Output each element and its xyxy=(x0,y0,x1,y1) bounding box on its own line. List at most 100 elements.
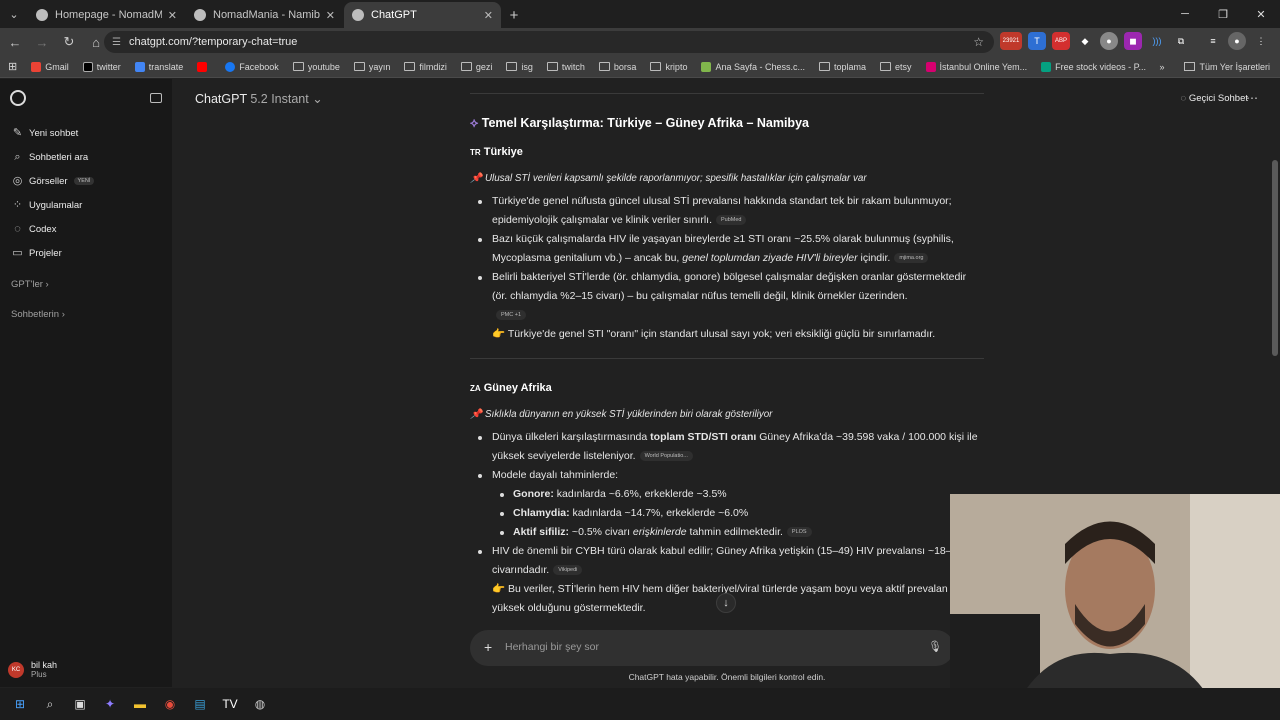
bookmark-toplama[interactable]: toplama xyxy=(819,62,866,72)
bookmarks-overflow-icon[interactable]: » xyxy=(1159,62,1164,72)
file-explorer-icon[interactable]: ▬ xyxy=(130,694,150,714)
chatgpt-favicon-icon xyxy=(352,9,364,21)
sidebar-item-images[interactable]: ◎ Görseller YENİ xyxy=(0,169,172,193)
folder-icon xyxy=(460,62,472,71)
bookmark-borsa[interactable]: borsa xyxy=(598,62,636,72)
dna-icon: ⟡ xyxy=(470,116,479,130)
source-chip[interactable]: Vikipedi xyxy=(553,565,583,576)
close-tab-icon[interactable]: ✕ xyxy=(484,9,493,22)
scroll-down-button[interactable]: ↓ xyxy=(716,593,736,613)
chrome-icon[interactable]: ◉ xyxy=(160,694,180,714)
turkey-list: Türkiye'de genel nüfusta güncel ulusal S… xyxy=(470,192,984,325)
bookmark-etsy[interactable]: etsy xyxy=(880,62,912,72)
close-tab-icon[interactable]: ✕ xyxy=(326,9,335,22)
source-chip[interactable]: PMC +1 xyxy=(496,310,527,321)
tab-title: Homepage - NomadMania xyxy=(55,9,162,21)
item-text: Dünya ülkeleri karşılaştırmasında xyxy=(492,431,651,443)
audio-extension-icon[interactable]: ))) xyxy=(1148,32,1166,50)
bookmark-kripto[interactable]: kripto xyxy=(650,62,687,72)
turkey-heading: TR Türkiye xyxy=(470,143,984,162)
reload-icon[interactable]: ↻ xyxy=(57,30,81,54)
translate-extension-icon[interactable]: T xyxy=(1028,32,1046,50)
edit-icon: ✎ xyxy=(12,126,23,139)
sub-list-item: Aktif sifiliz: ~0.5% civarı erişkinlerde… xyxy=(470,523,984,542)
sidebar-item-label: Codex xyxy=(29,223,57,235)
all-bookmarks-label: Tüm Yer İşaretleri xyxy=(1199,61,1270,72)
site-settings-icon[interactable]: ☰ xyxy=(112,37,121,48)
extension-badge-icon[interactable]: 23921 xyxy=(1000,32,1022,50)
profile-avatar-icon[interactable]: ● xyxy=(1228,32,1246,50)
tab-nomadmania-namibia[interactable]: NomadMania - Namibia - Khon ✕ xyxy=(186,2,343,28)
back-icon[interactable]: ← xyxy=(3,30,27,54)
close-window-icon[interactable]: ✕ xyxy=(1242,0,1280,28)
more-options-icon[interactable]: ⋯ xyxy=(1246,91,1258,105)
bookmark-yemeksepeti[interactable]: İstanbul Online Yem... xyxy=(925,61,1027,72)
bookmark-gezi[interactable]: gezi xyxy=(460,62,492,72)
tab-chatgpt[interactable]: ChatGPT ✕ xyxy=(344,2,501,28)
bookmark-filmdizi[interactable]: filmdizi xyxy=(404,62,447,72)
source-chip[interactable]: mjima.org xyxy=(894,253,929,264)
app-icon[interactable]: ▤ xyxy=(190,694,210,714)
prompt-input[interactable]: Herhangi bir şey sor xyxy=(505,641,599,653)
sidebar-item-search-chats[interactable]: ⌕ Sohbetleri ara xyxy=(0,145,172,169)
bookmark-pexels[interactable]: Free stock videos - P... xyxy=(1041,61,1146,72)
adblock-extension-icon[interactable]: ABP xyxy=(1052,32,1070,50)
all-bookmarks[interactable]: » Tüm Yer İşaretleri xyxy=(1159,62,1270,72)
sidebar-toggle-icon[interactable] xyxy=(150,93,162,103)
source-chip[interactable]: PLOS xyxy=(786,527,812,538)
extensions-puzzle-icon[interactable]: ⧉ xyxy=(1172,32,1190,50)
forward-icon[interactable]: → xyxy=(30,30,54,54)
windows-start-icon[interactable]: ⊞ xyxy=(10,694,30,714)
sidebar-item-new-chat[interactable]: ✎ Yeni sohbet xyxy=(0,121,172,145)
extension-icon[interactable]: ● xyxy=(1100,32,1118,50)
browser-menu-icon[interactable]: ⋮ xyxy=(1252,32,1270,50)
tradingview-icon[interactable]: TV xyxy=(220,694,240,714)
extension-icon[interactable]: ◼ xyxy=(1124,32,1142,50)
bookmark-star-icon[interactable]: ☆ xyxy=(973,35,984,49)
user-menu[interactable]: KC bil kah Plus xyxy=(8,660,57,679)
apps-grid-icon[interactable]: ⊞ xyxy=(8,60,17,73)
diamond-extension-icon[interactable]: ◆ xyxy=(1076,32,1094,50)
tab-homepage-nomadmania[interactable]: Homepage - NomadMania ✕ xyxy=(28,2,185,28)
reading-list-icon[interactable]: ≡ xyxy=(1204,32,1222,50)
bookmark-yayin[interactable]: yayın xyxy=(353,62,390,72)
app-icon[interactable]: ◍ xyxy=(250,694,270,714)
sidebar-item-apps[interactable]: ⁘ Uygulamalar xyxy=(0,193,172,217)
microphone-icon[interactable]: 🎙 xyxy=(928,640,942,653)
copilot-icon[interactable]: ✦ xyxy=(100,694,120,714)
openai-logo-icon[interactable] xyxy=(10,90,26,106)
task-view-icon[interactable]: ▣ xyxy=(70,694,90,714)
bookmark-isg[interactable]: isg xyxy=(506,62,533,72)
bookmark-twitch[interactable]: twitch xyxy=(546,62,585,72)
new-tab-button[interactable]: + xyxy=(502,2,526,28)
bookmark-label: etsy xyxy=(895,61,912,72)
source-chip[interactable]: World Populatio... xyxy=(639,451,693,462)
source-chip[interactable]: PubMed xyxy=(715,215,747,226)
minimize-icon[interactable]: ─ xyxy=(1166,0,1204,28)
bookmark-chess[interactable]: Ana Sayfa - Chess.c... xyxy=(701,61,805,72)
maximize-icon[interactable]: ❐ xyxy=(1204,0,1242,28)
bookmark-youtube[interactable]: youtube xyxy=(292,62,340,72)
taskbar-search-icon[interactable]: ⌕ xyxy=(40,694,60,714)
avatar: KC xyxy=(8,661,24,678)
url-bar[interactable]: ☰ chatgpt.com/?temporary-chat=true ☆ xyxy=(104,31,994,53)
tab-search-chevron-icon[interactable]: ⌄ xyxy=(0,0,28,28)
sidebar-item-codex[interactable]: ◌ Codex xyxy=(0,217,172,241)
plus-icon[interactable]: + xyxy=(484,639,492,655)
summary-text: Türkiye'de genel STI "oranı" için standa… xyxy=(507,328,936,340)
item-text: kadınlarda ~6.6%, erkeklerde ~3.5% xyxy=(553,488,727,500)
temporary-chat-button[interactable]: ◌ Geçici Sohbet xyxy=(1181,93,1248,104)
bookmark-twitter[interactable]: twitter xyxy=(82,61,121,72)
bookmark-translate[interactable]: translate xyxy=(134,61,183,72)
model-selector[interactable]: ChatGPT 5.2 Instant ⌄ xyxy=(195,91,323,106)
sidebar-section-gpts[interactable]: GPT'ler › xyxy=(0,279,172,295)
scrollbar-thumb[interactable] xyxy=(1272,160,1278,356)
close-tab-icon[interactable]: ✕ xyxy=(168,9,177,22)
bookmark-gmail[interactable]: Gmail xyxy=(31,61,69,72)
sidebar-section-chats[interactable]: Sohbetlerin › xyxy=(0,309,172,325)
folder-icon xyxy=(598,62,610,71)
bookmark-facebook[interactable]: Facebook xyxy=(225,61,279,72)
sidebar-item-projects[interactable]: ▭ Projeler xyxy=(0,241,172,265)
folder-icon xyxy=(404,62,416,71)
bookmark-youtube-red[interactable] xyxy=(197,61,211,72)
